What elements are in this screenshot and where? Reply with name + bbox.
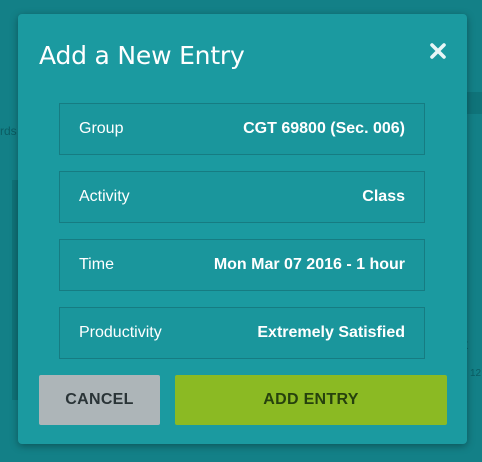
group-label: Group bbox=[79, 120, 124, 137]
productivity-label: Productivity bbox=[79, 324, 162, 341]
background-panel-edge bbox=[467, 92, 482, 114]
group-field[interactable]: Group CGT 69800 (Sec. 006) bbox=[59, 103, 425, 155]
background-text-fragment: rds bbox=[0, 124, 17, 138]
time-field[interactable]: Time Mon Mar 07 2016 - 1 hour bbox=[59, 239, 425, 291]
time-label: Time bbox=[79, 256, 114, 273]
background-text-fragment: 12 bbox=[470, 368, 482, 379]
add-entry-dialog: Add a New Entry Group CGT 69800 (Sec. 00… bbox=[18, 14, 467, 444]
productivity-value: Extremely Satisfied bbox=[257, 324, 405, 341]
group-value: CGT 69800 (Sec. 006) bbox=[243, 120, 405, 137]
add-entry-button[interactable]: ADD ENTRY bbox=[175, 375, 447, 425]
activity-field[interactable]: Activity Class bbox=[59, 171, 425, 223]
time-value: Mon Mar 07 2016 - 1 hour bbox=[213, 256, 405, 273]
dialog-title: Add a New Entry bbox=[39, 41, 245, 70]
cancel-button[interactable]: CANCEL bbox=[39, 375, 160, 425]
close-button[interactable] bbox=[427, 40, 449, 62]
productivity-field[interactable]: Productivity Extremely Satisfied bbox=[59, 307, 425, 359]
activity-label: Activity bbox=[79, 188, 130, 205]
activity-value: Class bbox=[362, 188, 405, 205]
close-icon bbox=[430, 43, 446, 59]
